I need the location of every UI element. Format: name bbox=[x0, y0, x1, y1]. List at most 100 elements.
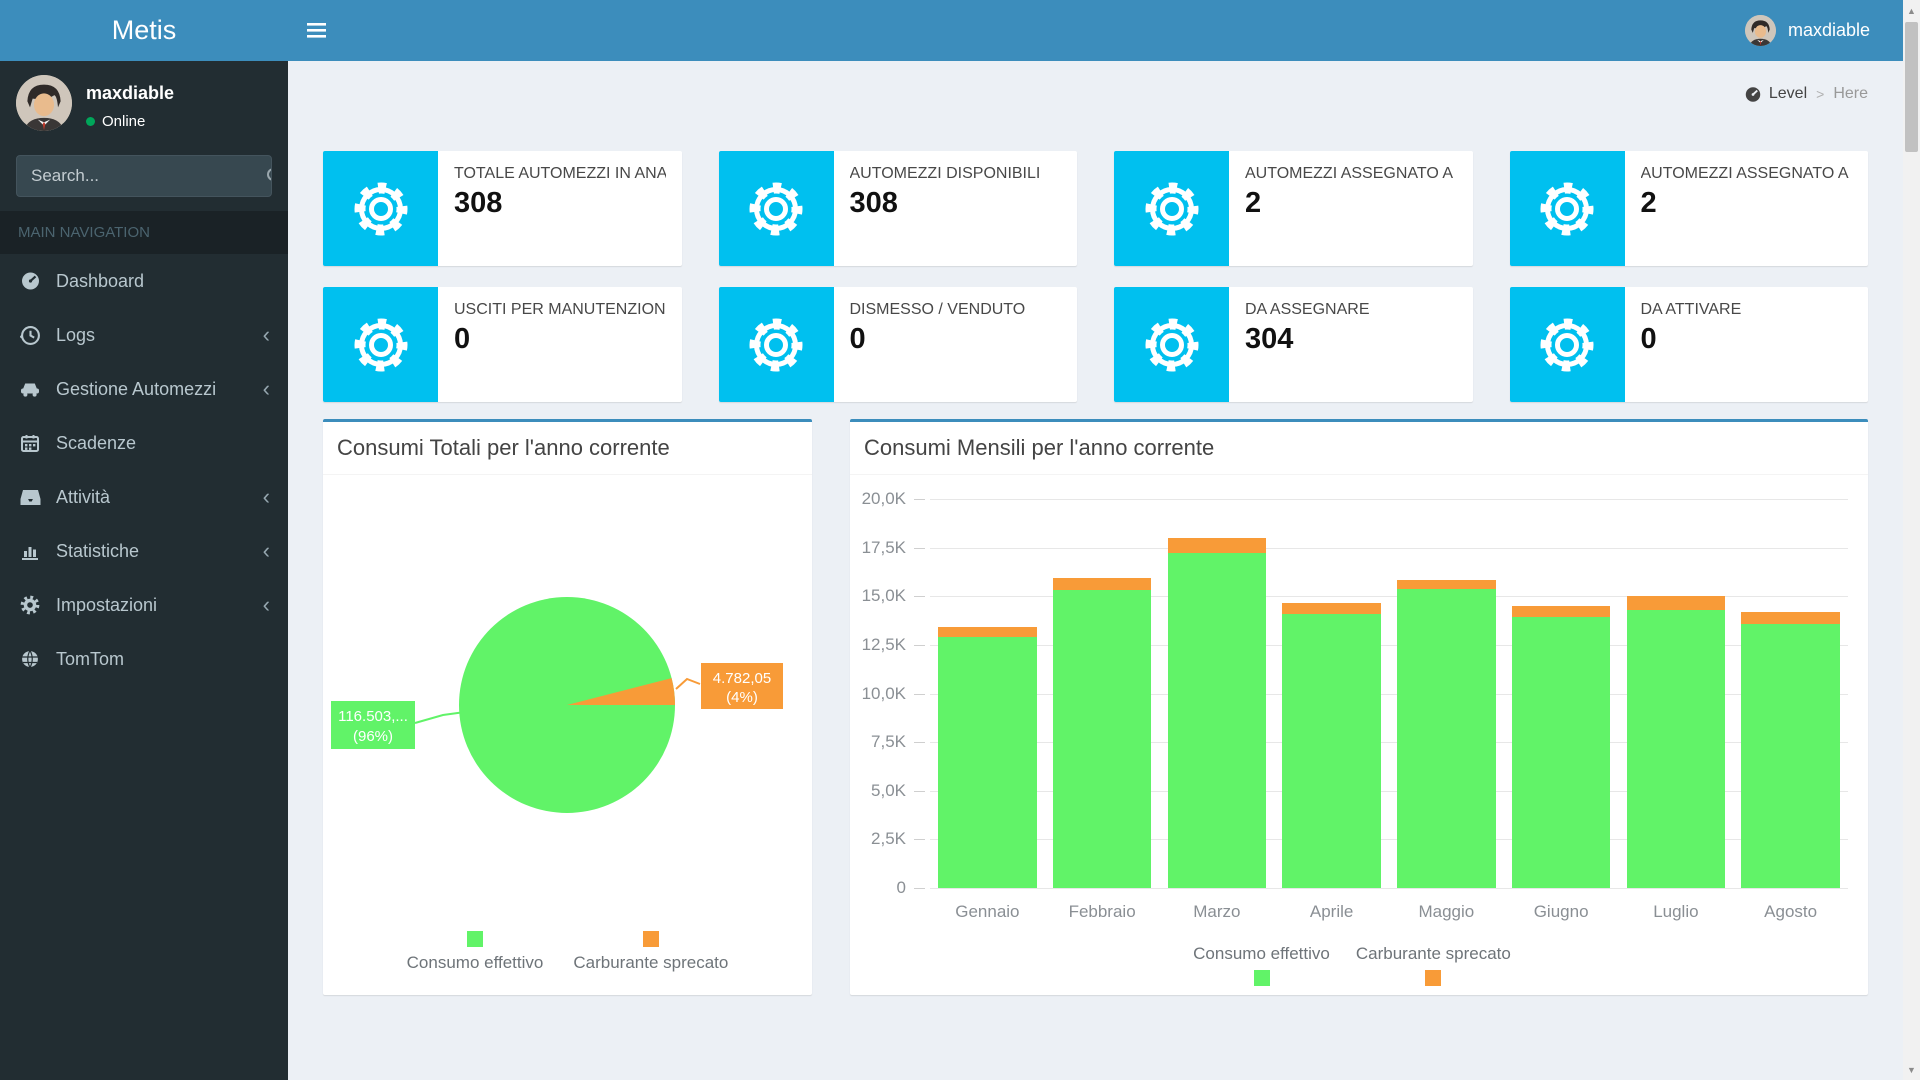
sidebar-search bbox=[16, 155, 272, 197]
car-icon bbox=[18, 378, 42, 400]
bar-segment-sprecato[interactable] bbox=[938, 627, 1037, 638]
scroll-down-arrow[interactable]: ▼ bbox=[1903, 1061, 1920, 1078]
bar-column-maggio[interactable] bbox=[1389, 499, 1504, 888]
bar-legend: Consumo effettivo Carburante sprecato bbox=[850, 944, 1854, 986]
bar-segment-sprecato[interactable] bbox=[1626, 596, 1726, 610]
bar-segment-sprecato[interactable] bbox=[1282, 603, 1381, 614]
svg-text:4.782,05: 4.782,05 bbox=[713, 670, 771, 687]
globe-icon bbox=[18, 648, 42, 670]
bar-segment-sprecato[interactable] bbox=[1397, 579, 1496, 590]
search-button[interactable] bbox=[266, 156, 271, 196]
info-box-da-attivare: DA ATTIVARE 0 bbox=[1509, 287, 1868, 402]
x-axis-label: Giugno bbox=[1533, 902, 1589, 921]
bar-segment-effettivo[interactable] bbox=[938, 637, 1037, 888]
charts-row: Consumi Totali per l'anno corrente 116.5… bbox=[323, 419, 1868, 995]
x-axis-label: Marzo bbox=[1193, 902, 1241, 921]
info-box-da-assegnare: DA ASSEGNARE 304 bbox=[1114, 287, 1473, 402]
x-axis-label: Luglio bbox=[1653, 902, 1699, 921]
sidebar-user-panel: maxdiable Online bbox=[0, 61, 288, 147]
sidebar-item-tomtom[interactable]: TomTom bbox=[0, 632, 288, 686]
bar-segment-effettivo[interactable] bbox=[1741, 623, 1840, 888]
bar-segment-effettivo[interactable] bbox=[1282, 613, 1381, 888]
gear-icon bbox=[1509, 151, 1625, 266]
bar-segment-sprecato[interactable] bbox=[1741, 611, 1840, 624]
sidebar-menu: Dashboard Logs ‹ Gestione Automezzi ‹ Sc… bbox=[0, 254, 288, 686]
scrollbar-thumb[interactable] bbox=[1905, 22, 1918, 152]
y-axis-label: 10,0K bbox=[861, 683, 906, 703]
bar-segment-effettivo[interactable] bbox=[1626, 609, 1726, 888]
sidebar-user-status: Online bbox=[86, 113, 174, 130]
bar-column-agosto[interactable] bbox=[1733, 499, 1848, 888]
gear-icon bbox=[718, 287, 834, 402]
pie-label-orange: 4.782,05 (4%) bbox=[701, 663, 783, 709]
gear-icon bbox=[718, 151, 834, 266]
gear-icon bbox=[1114, 287, 1229, 402]
bar-segment-effettivo[interactable] bbox=[1052, 590, 1152, 888]
chevron-left-icon: ‹ bbox=[262, 376, 270, 401]
legend-item: Consumo effettivo bbox=[1193, 944, 1330, 986]
sidebar-toggle-button[interactable] bbox=[288, 0, 344, 61]
sidebar-item-statistiche[interactable]: Statistiche ‹ bbox=[0, 524, 288, 578]
scroll-up-arrow[interactable]: ▲ bbox=[1903, 2, 1920, 19]
sidebar-item-impostazioni[interactable]: Impostazioni ‹ bbox=[0, 578, 288, 632]
bar-column-marzo[interactable] bbox=[1160, 499, 1275, 888]
y-axis-label: 12,5K bbox=[861, 634, 906, 654]
bar-segment-sprecato[interactable] bbox=[1052, 577, 1152, 591]
bar-column-luglio[interactable] bbox=[1619, 499, 1734, 888]
gear-icon bbox=[1509, 287, 1625, 402]
bar-column-febbraio[interactable] bbox=[1045, 499, 1160, 888]
bar-segment-effettivo[interactable] bbox=[1397, 589, 1496, 888]
sidebar-item-logs[interactable]: Logs ‹ bbox=[0, 308, 288, 362]
chevron-left-icon: ‹ bbox=[262, 484, 270, 509]
info-box-value: 308 bbox=[849, 187, 898, 219]
sidebar-item-dashboard[interactable]: Dashboard bbox=[0, 254, 288, 308]
info-box-value: 308 bbox=[454, 187, 503, 219]
sidebar-item-attivita[interactable]: Attività ‹ bbox=[0, 470, 288, 524]
sidebar-user-name: maxdiable bbox=[86, 83, 175, 103]
user-avatar bbox=[1744, 15, 1776, 46]
info-box-automezzi-disponibili: AUTOMEZZI DISPONIBILI 308 bbox=[718, 151, 1077, 266]
nav-section-header: MAIN NAVIGATION bbox=[0, 211, 288, 254]
chevron-left-icon: ‹ bbox=[262, 592, 270, 617]
x-axis-label: Agosto bbox=[1764, 902, 1818, 921]
info-box-value: 304 bbox=[1245, 323, 1294, 355]
gear-icon bbox=[323, 151, 438, 266]
y-axis-label: 5,0K bbox=[871, 780, 906, 800]
breadcrumb-current: Here bbox=[1833, 85, 1868, 102]
brand-logo[interactable]: Metis bbox=[0, 0, 288, 61]
pie-chart: 116.503,... (96%) 4.782,05 (4%) bbox=[323, 475, 812, 945]
breadcrumb: Level > Here bbox=[1744, 85, 1868, 103]
bar-column-aprile[interactable] bbox=[1274, 499, 1389, 888]
info-box-value: 2 bbox=[1640, 187, 1657, 219]
bar-column-gennaio[interactable] bbox=[930, 499, 1045, 888]
calendar-icon bbox=[18, 432, 42, 454]
search-input[interactable] bbox=[17, 156, 266, 196]
bar-column-giugno[interactable] bbox=[1504, 499, 1619, 888]
info-box-value: 2 bbox=[1245, 187, 1262, 219]
breadcrumb-level[interactable]: Level bbox=[1744, 85, 1807, 103]
bar-segment-effettivo[interactable] bbox=[1167, 552, 1267, 888]
bar-segment-sprecato[interactable] bbox=[1167, 537, 1267, 553]
bar-chart-title: Consumi Mensili per l'anno corrente bbox=[850, 422, 1868, 475]
user-name: maxdiable bbox=[1787, 20, 1870, 40]
hamburger-icon bbox=[306, 23, 326, 38]
x-axis-label: Febbraio bbox=[1068, 902, 1136, 921]
sidebar-item-gestione-automezzi[interactable]: Gestione Automezzi ‹ bbox=[0, 362, 288, 416]
info-box-automezzi-assegnato-2: AUTOMEZZI ASSEGNATO A ... 2 bbox=[1509, 151, 1868, 266]
svg-text:(4%): (4%) bbox=[726, 689, 758, 706]
search-icon bbox=[267, 168, 271, 181]
info-box-value: 0 bbox=[849, 323, 866, 355]
sidebar-item-scadenze[interactable]: Scadenze bbox=[0, 416, 288, 470]
bar-segment-sprecato[interactable] bbox=[1511, 606, 1611, 617]
pie-chart-box: Consumi Totali per l'anno corrente 116.5… bbox=[323, 419, 812, 995]
user-menu[interactable]: maxdiable bbox=[1735, 0, 1880, 61]
gear-icon bbox=[18, 594, 42, 616]
info-box-grid: TOTALE AUTOMEZZI IN ANA... 308 AUTOMEZZI… bbox=[323, 151, 1868, 402]
page-scrollbar[interactable]: ▲ ▼ bbox=[1903, 0, 1920, 1080]
bar-segment-effettivo[interactable] bbox=[1511, 616, 1611, 888]
y-axis-label: 0 bbox=[896, 878, 906, 897]
info-box-value: 0 bbox=[1640, 323, 1657, 355]
online-status-dot bbox=[86, 117, 95, 126]
sidebar: maxdiable Online MAIN NAVIGATION Dashboa… bbox=[0, 61, 288, 1080]
svg-text:(96%): (96%) bbox=[353, 728, 393, 745]
